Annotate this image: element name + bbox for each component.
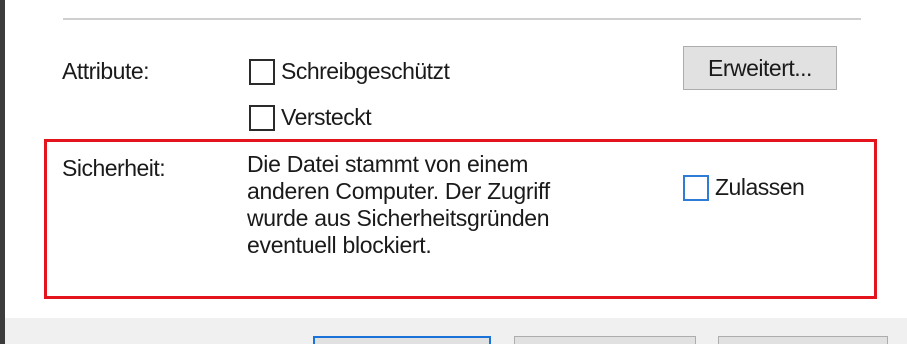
- hidden-checkbox[interactable]: Versteckt: [249, 104, 372, 131]
- security-message: Die Datei stammt von einem anderen Compu…: [247, 151, 657, 259]
- allow-checkbox[interactable]: Zulassen: [683, 174, 805, 201]
- security-message-line: eventuell blockiert.: [247, 232, 432, 258]
- attributes-label: Attribute:: [62, 58, 150, 84]
- readonly-checkbox[interactable]: Schreibgeschützt: [249, 58, 450, 85]
- apply-button[interactable]: [718, 336, 888, 344]
- separator-line: [63, 18, 861, 20]
- file-properties-dialog: Attribute: Schreibgeschützt Versteckt Er…: [0, 0, 907, 344]
- security-message-line: anderen Computer. Der Zugriff: [247, 178, 550, 204]
- allow-checkbox-label: Zulassen: [715, 174, 805, 200]
- security-label: Sicherheit:: [62, 155, 166, 181]
- readonly-checkbox-label: Schreibgeschützt: [281, 58, 450, 84]
- security-message-line: wurde aus Sicherheitsgründen: [247, 205, 550, 231]
- readonly-checkbox-box[interactable]: [249, 58, 275, 85]
- hidden-checkbox-label: Versteckt: [281, 104, 372, 130]
- cancel-button[interactable]: [514, 336, 696, 344]
- advanced-button[interactable]: Erweitert...: [683, 46, 837, 90]
- ok-button[interactable]: [313, 336, 491, 344]
- window-border: [0, 0, 5, 344]
- hidden-checkbox-box[interactable]: [249, 104, 275, 131]
- security-message-line: Die Datei stammt von einem: [247, 151, 529, 177]
- allow-checkbox-box[interactable]: [683, 174, 709, 201]
